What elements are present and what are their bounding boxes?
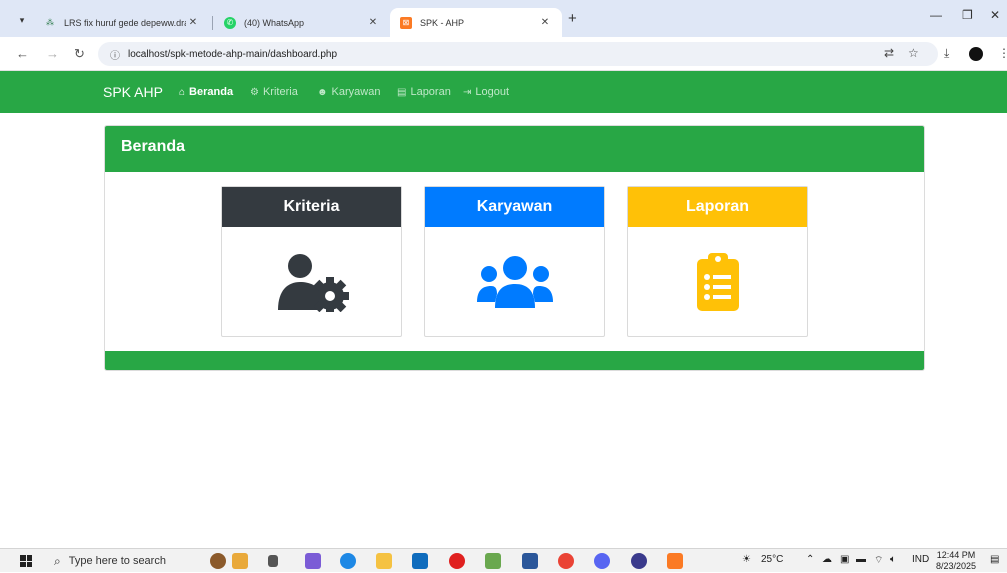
xampp-icon[interactable] [667,553,683,569]
navbar: SPK AHP ⌂ Beranda ⚙ Kriteria ☻ Karyawan … [0,71,1007,113]
nav-laporan[interactable]: ▤ Laporan [397,86,451,98]
download-icon[interactable]: ⤓ [944,46,949,61]
sign-out-icon: ⇥ [463,86,472,98]
tab-whatsapp[interactable]: ✆ (40) WhatsApp ✕ [214,8,390,37]
close-window-icon[interactable]: ✕ [990,8,1000,22]
nav-kriteria[interactable]: ⚙ Kriteria [250,86,298,98]
browser-toolbar: ← → ↻ ⓘ localhost/spk-metode-ahp-main/da… [0,37,1007,71]
brand[interactable]: SPK AHP [103,84,163,100]
tab-title: SPK - AHP [420,17,465,28]
tab-search-button[interactable]: ▾ [12,10,32,30]
close-icon[interactable]: ✕ [538,17,552,28]
browser-tab-strip: ▾ ⁂ LRS fix huruf gede depeww.drawio ✕ ✆… [0,0,1007,37]
widget-icon[interactable] [210,553,226,569]
tile-laporan[interactable]: Laporan [627,186,808,337]
outlook-icon[interactable] [412,553,428,569]
nav-label: Laporan [410,86,451,98]
profile-avatar[interactable] [969,47,983,61]
language-indicator[interactable]: IND [912,554,929,565]
menu-dots-icon[interactable]: ⋮ [998,46,1007,60]
tile-title: Karyawan [425,187,604,227]
minimize-icon[interactable]: — [930,8,942,22]
tile-kriteria[interactable]: Kriteria [221,186,402,337]
tab-spk-ahp[interactable]: ⊠ SPK - AHP ✕ [390,8,562,37]
clipboard-list-icon [696,253,739,311]
edge-icon[interactable] [340,553,356,569]
users-cog-icon: ⚙ [250,86,259,98]
clipboard-icon: ▤ [397,86,407,98]
task-view-icon[interactable] [268,555,278,567]
chrome-icon[interactable] [558,553,574,569]
nav-label: Beranda [189,86,234,98]
tab-divider [212,16,213,30]
address-bar[interactable]: ⓘ localhost/spk-metode-ahp-main/dashboar… [98,42,938,66]
wifi-icon[interactable]: ⌔ [874,554,883,567]
users-icon: ☻ [317,86,328,98]
notepad-icon[interactable] [485,553,501,569]
close-icon[interactable]: ✕ [186,17,200,28]
user-cog-icon [277,254,349,312]
vscode-icon[interactable] [631,553,647,569]
drawio-icon: ⁂ [46,18,54,27]
search-placeholder: Type here to search [68,555,166,567]
notification-icon[interactable]: ▤ [990,554,999,565]
nav-beranda[interactable]: ⌂ Beranda [179,86,233,98]
taskbar: ⌕ Type here to search ☀ 25°C ⌃ ☁ ▣ ▬ ⌔ 🔈… [0,548,1007,572]
file-explorer-icon[interactable] [376,553,392,569]
whatsapp-icon: ✆ [224,16,236,29]
clock[interactable]: 12:44 PM 8/23/2025 [936,550,976,572]
reload-icon[interactable]: ↻ [74,46,85,62]
nav-label: Kriteria [262,86,298,98]
battery-icon[interactable]: ▬ [856,554,866,565]
weather-icon[interactable]: ☀ [742,554,751,565]
nav-label: Karyawan [331,86,381,98]
meet-icon[interactable]: ▣ [840,554,849,565]
clock-time: 12:44 PM [936,550,976,560]
card-footer [105,351,924,370]
bookmark-star-icon[interactable]: ☆ [908,46,919,60]
forward-icon[interactable]: → [46,46,59,61]
weather-temp[interactable]: 25°C [761,554,783,565]
copilot-icon[interactable] [305,553,321,569]
address-text: localhost/spk-metode-ahp-main/dashboard.… [128,48,338,60]
translate-icon[interactable]: ⇄ [884,46,894,60]
tab-title: LRS fix huruf gede depeww.drawio [64,17,186,28]
tile-karyawan[interactable]: Karyawan [424,186,605,337]
back-icon[interactable]: ← [16,46,29,61]
site-info-icon[interactable]: ⓘ [110,47,120,62]
nav-karyawan[interactable]: ☻ Karyawan [317,86,380,98]
tile-title: Laporan [628,187,807,227]
users-icon [476,256,553,308]
widget-icon[interactable] [232,553,248,569]
clock-date: 8/23/2025 [936,561,977,571]
chevron-up-icon[interactable]: ⌃ [806,554,814,565]
nav-logout[interactable]: ⇥ Logout [463,86,509,98]
xampp-icon: ⊠ [400,16,412,29]
discord-icon[interactable] [594,553,610,569]
nav-label: Logout [475,86,510,98]
onedrive-icon[interactable]: ☁ [822,554,832,565]
tab-drawio[interactable]: ⁂ LRS fix huruf gede depeww.drawio ✕ [34,8,210,37]
windows-start-icon[interactable] [20,555,32,567]
word-icon[interactable] [522,553,538,569]
tile-title: Kriteria [222,187,401,227]
dashboard-card: Beranda Kriteria Karyawan Laporan [104,125,925,371]
close-icon[interactable]: ✕ [366,17,380,28]
new-tab-icon[interactable]: + [568,10,577,27]
opera-icon[interactable] [449,553,465,569]
restore-icon[interactable]: ❐ [962,8,973,22]
home-icon: ⌂ [179,86,186,98]
taskbar-search[interactable]: ⌕ Type here to search [44,549,204,573]
card-header: Beranda [105,126,924,172]
search-icon: ⌕ [54,553,61,568]
volume-icon[interactable]: 🔈︎ [890,554,896,565]
tab-title: (40) WhatsApp [244,17,305,28]
